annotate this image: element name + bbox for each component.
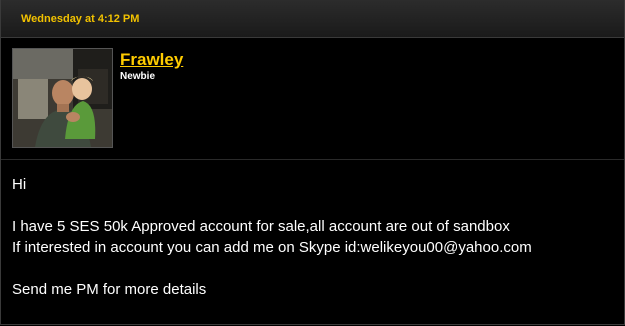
avatar[interactable]	[12, 48, 113, 148]
post: Wednesday at 4:12 PM Frawley Newbie Hi I…	[0, 0, 625, 325]
post-date[interactable]: Wednesday at 4:12 PM	[21, 13, 139, 25]
message-line-2: I have 5 SES 50k Approved account for sa…	[12, 218, 510, 235]
post-header: Wednesday at 4:12 PM	[1, 0, 624, 38]
message-line-3: If interested in account you can add me …	[12, 239, 532, 256]
username-link[interactable]: Frawley	[120, 50, 183, 70]
message-line-1: Hi	[12, 176, 27, 193]
message-body: Hi I have 5 SES 50k Approved account for…	[1, 160, 624, 300]
user-info: Frawley Newbie	[1, 38, 624, 160]
avatar-photo-icon	[13, 49, 112, 147]
user-meta: Frawley Newbie	[120, 48, 183, 82]
message-line-4: Send me PM for more details	[12, 281, 207, 298]
user-title: Newbie	[120, 71, 156, 82]
